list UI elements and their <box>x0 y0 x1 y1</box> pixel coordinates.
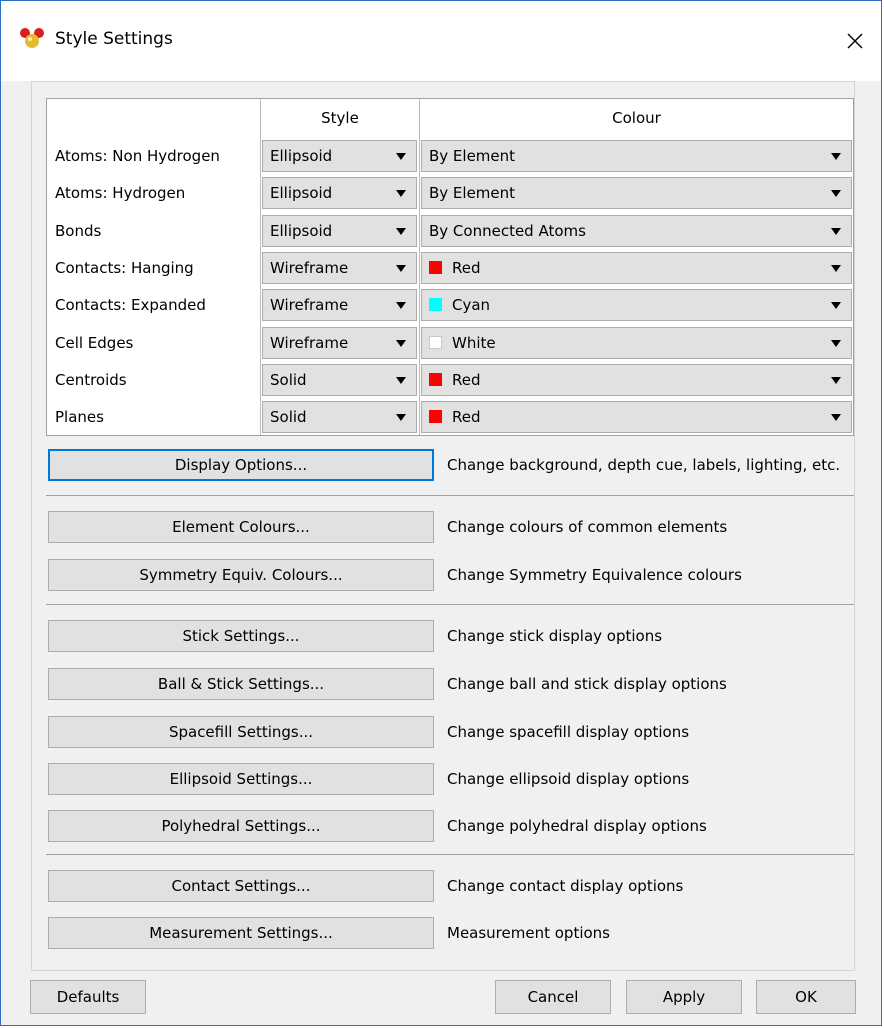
option-description: Change Symmetry Equivalence colours <box>447 566 742 584</box>
colour-swatch-icon <box>429 260 442 274</box>
apply-button[interactable]: Apply <box>626 980 742 1014</box>
colour-dropdown[interactable]: Red <box>421 363 852 396</box>
separator <box>46 495 854 496</box>
colour-dropdown[interactable]: By Element <box>421 140 852 172</box>
cancel-button[interactable]: Cancel <box>495 980 611 1014</box>
colour-value: Red <box>452 370 481 389</box>
dropdown-arrow-icon <box>831 339 841 347</box>
colour-value: By Element <box>429 147 516 165</box>
defaults-button[interactable]: Defaults <box>30 980 146 1014</box>
option-description: Change polyhedral display options <box>447 817 707 835</box>
style-dropdown[interactable]: Solid <box>262 401 417 434</box>
option-description: Change stick display options <box>447 627 663 645</box>
option-description: Change background, depth cue, labels, li… <box>447 456 841 474</box>
dropdown-arrow-icon <box>831 153 841 160</box>
option-button[interactable]: Display Options... <box>48 449 434 481</box>
option-description: Change colours of common elements <box>447 518 728 536</box>
ok-button[interactable]: OK <box>756 980 856 1014</box>
colour-dropdown[interactable]: Red <box>421 251 852 284</box>
row-label: Cell Edges <box>55 333 134 352</box>
dropdown-arrow-icon <box>831 376 841 384</box>
dropdown-arrow-icon <box>396 414 406 422</box>
colour-dropdown[interactable]: By Element <box>421 177 852 210</box>
molecule-app-icon <box>19 25 45 51</box>
style-dropdown[interactable]: Wireframe <box>262 289 417 322</box>
colour-value: By Element <box>429 184 516 203</box>
style-value: Solid <box>270 408 307 427</box>
style-value: Ellipsoid <box>270 184 333 203</box>
row-label: Atoms: Non Hydrogen <box>55 147 220 165</box>
style-value: Wireframe <box>270 258 349 277</box>
separator <box>46 604 854 605</box>
window-title: Style Settings <box>55 29 173 49</box>
option-button[interactable]: Contact Settings... <box>48 870 434 902</box>
option-button[interactable]: Element Colours... <box>48 511 434 543</box>
colour-swatch-icon <box>429 410 442 424</box>
option-description: Change contact display options <box>447 877 684 895</box>
colour-dropdown[interactable]: Cyan <box>421 289 852 322</box>
style-dropdown[interactable]: Solid <box>262 363 417 396</box>
dropdown-arrow-icon <box>396 227 406 235</box>
colour-value: Red <box>452 258 481 277</box>
style-value: Ellipsoid <box>270 147 333 165</box>
colour-swatch-icon <box>429 372 442 386</box>
option-button[interactable]: Symmetry Equiv. Colours... <box>48 559 434 591</box>
close-icon <box>847 33 863 49</box>
colour-value: By Connected Atoms <box>429 221 586 240</box>
colour-value: Cyan <box>452 296 491 315</box>
separator <box>46 854 854 855</box>
colour-dropdown[interactable]: Red <box>421 401 852 434</box>
style-table: Style Colour Atoms: Non Hydrogen Ellipsoi… <box>46 98 854 436</box>
colour-value: Red <box>452 408 481 427</box>
option-description: Change ball and stick display options <box>447 675 727 693</box>
colour-dropdown[interactable]: White <box>421 326 852 359</box>
option-button[interactable]: Ellipsoid Settings... <box>48 763 434 795</box>
dropdown-arrow-icon <box>831 227 841 235</box>
option-description: Change spacefill display options <box>447 723 690 741</box>
dropdown-arrow-icon <box>396 302 406 310</box>
dropdown-arrow-icon <box>396 190 406 198</box>
close-button[interactable] <box>835 21 875 61</box>
title-bar: Style Settings <box>1 1 881 81</box>
option-description: Change ellipsoid display options <box>447 770 690 788</box>
option-button[interactable]: Measurement Settings... <box>48 917 434 949</box>
option-button[interactable]: Spacefill Settings... <box>48 716 434 748</box>
colour-dropdown[interactable]: By Connected Atoms <box>421 214 852 247</box>
style-value: Solid <box>270 370 307 389</box>
dropdown-arrow-icon <box>831 302 841 310</box>
row-label: Contacts: Hanging <box>55 258 194 277</box>
row-label: Atoms: Hydrogen <box>55 184 186 203</box>
dropdown-arrow-icon <box>396 339 406 347</box>
colour-value: White <box>452 333 496 352</box>
row-label: Contacts: Expanded <box>55 296 206 315</box>
style-dropdown[interactable]: Ellipsoid <box>262 214 417 247</box>
column-header-style: Style <box>321 109 359 127</box>
dropdown-arrow-icon <box>396 376 406 384</box>
option-button[interactable]: Polyhedral Settings... <box>48 810 434 842</box>
option-button[interactable]: Ball & Stick Settings... <box>48 668 434 700</box>
colour-swatch-icon <box>429 298 442 312</box>
dropdown-arrow-icon <box>831 414 841 422</box>
colour-swatch-icon <box>429 335 442 349</box>
style-value: Ellipsoid <box>270 221 333 240</box>
style-dropdown[interactable]: Ellipsoid <box>262 177 417 210</box>
style-value: Wireframe <box>270 333 349 352</box>
option-description: Measurement options <box>447 924 610 942</box>
style-dropdown[interactable]: Ellipsoid <box>262 140 417 172</box>
dropdown-arrow-icon <box>831 264 841 272</box>
row-label: Bonds <box>55 221 102 240</box>
option-button[interactable]: Stick Settings... <box>48 620 434 652</box>
dropdown-arrow-icon <box>396 153 406 160</box>
style-value: Wireframe <box>270 296 349 315</box>
row-label: Planes <box>55 408 104 427</box>
dropdown-arrow-icon <box>831 190 841 198</box>
column-header-colour: Colour <box>612 109 661 127</box>
style-dropdown[interactable]: Wireframe <box>262 251 417 284</box>
dropdown-arrow-icon <box>396 264 406 272</box>
style-dropdown[interactable]: Wireframe <box>262 326 417 359</box>
row-label: Centroids <box>55 370 127 389</box>
